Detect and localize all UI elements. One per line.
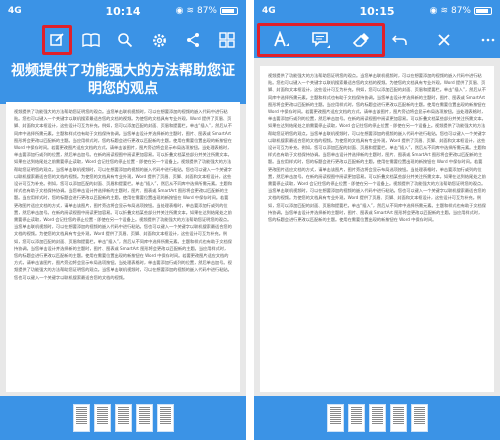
status-bar: 4G 10:15 ◉ ≋ 87% [254, 0, 500, 22]
battery-icon [474, 7, 492, 15]
document-page[interactable]: 视频提供了功能强大的方法帮助您证明您的观点。当您单击联机视频时，可以在想要添加的… [260, 66, 494, 392]
book-icon[interactable] [76, 25, 106, 55]
page-thumbnail[interactable] [114, 404, 132, 432]
edit-icon[interactable] [42, 25, 72, 55]
close-icon[interactable] [429, 25, 459, 55]
document-title: 视频提供了功能强大的方法帮助您证明您的观点 [0, 58, 246, 104]
gear-icon[interactable] [144, 25, 174, 55]
divider [246, 0, 254, 440]
text-format-icon[interactable] [266, 25, 296, 55]
grid-icon[interactable] [212, 25, 242, 55]
document-body: 视频提供了功能强大的方法帮助您证明您的观点。当您单击联机视频时，可以在想要添加的… [268, 73, 486, 223]
page-thumbnail[interactable] [410, 404, 428, 432]
document-page[interactable]: 视频提供了功能强大的方法帮助您证明您的观点。当您单击联机视频时，可以在想要添加的… [6, 102, 240, 392]
page-thumbnail[interactable] [389, 404, 407, 432]
status-bar: 4G 10:14 ◉ ≋ 87% [0, 0, 246, 22]
page-thumbnail[interactable] [347, 404, 365, 432]
comment-icon[interactable] [306, 25, 336, 55]
page-thumbnail[interactable] [368, 404, 386, 432]
clock: 10:14 [105, 4, 141, 18]
battery-icon [220, 7, 238, 15]
undo-icon[interactable] [385, 25, 415, 55]
reader-toolbar [0, 22, 246, 58]
annotation-tools-highlight [257, 23, 385, 57]
page-thumbnail-strip [0, 396, 246, 440]
page-thumbnail[interactable] [156, 404, 174, 432]
annotation-toolbar [254, 22, 500, 58]
page-thumbnail[interactable] [72, 404, 90, 432]
phone-left: 4G 10:14 ◉ ≋ 87% 视频提供了功能强大的方法帮助您证明您的观点 视… [0, 0, 246, 440]
document-body: 视频提供了功能强大的方法帮助您证明您的观点。当您单击联机视频时，可以在想要添加的… [14, 109, 232, 280]
page-thumbnail[interactable] [93, 404, 111, 432]
search-icon[interactable] [110, 25, 140, 55]
eraser-icon[interactable] [346, 25, 376, 55]
phone-right: 4G 10:15 ◉ ≋ 87% 视频提供了功能强大的方法帮助您证明您的观点。当… [254, 0, 500, 440]
share-icon[interactable] [178, 25, 208, 55]
clock: 10:15 [359, 4, 395, 18]
more-icon[interactable] [473, 25, 500, 55]
page-thumbnail[interactable] [326, 404, 344, 432]
page-thumbnail-strip [254, 396, 500, 440]
screenshot-stage: 4G 10:14 ◉ ≋ 87% 视频提供了功能强大的方法帮助您证明您的观点 视… [0, 0, 500, 440]
page-thumbnail[interactable] [135, 404, 153, 432]
